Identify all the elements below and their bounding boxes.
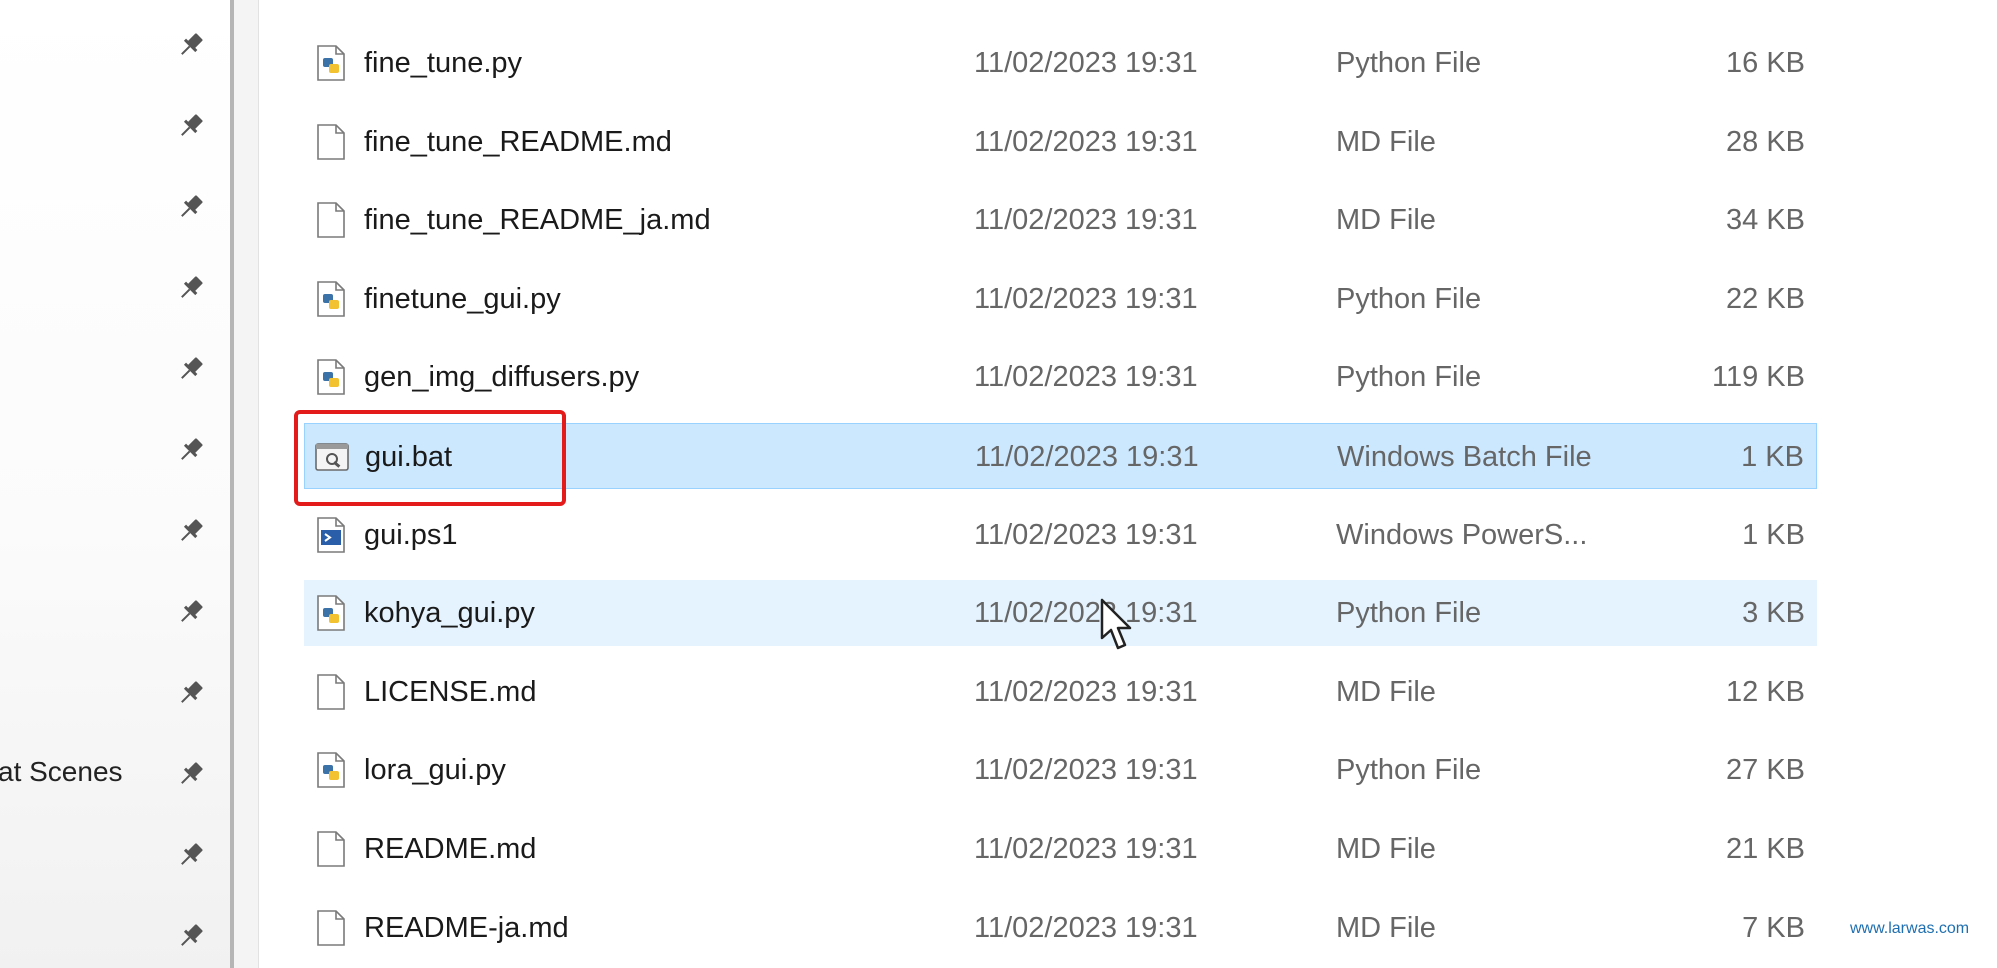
file-size: 27 KB bbox=[1726, 754, 1805, 787]
file-row[interactable]: README-ja.md 11/02/2023 19:31 MD File 7 KB bbox=[304, 895, 1817, 961]
nav-item[interactable] bbox=[0, 179, 230, 229]
file-date-modified: 11/02/2023 19:31 bbox=[975, 441, 1199, 473]
pin-icon[interactable] bbox=[176, 192, 206, 222]
file-type: MD File bbox=[1336, 833, 1436, 865]
file-name: README-ja.md bbox=[364, 911, 569, 944]
file-name: fine_tune_README.md bbox=[364, 125, 672, 158]
pin-icon[interactable] bbox=[176, 678, 206, 708]
md-file-icon bbox=[317, 202, 345, 238]
file-size: 22 KB bbox=[1726, 282, 1805, 315]
nav-item-label: at Scenes bbox=[0, 756, 123, 787]
file-date-modified: 11/02/2023 19:31 bbox=[974, 754, 1198, 787]
nav-item[interactable] bbox=[0, 503, 230, 553]
file-type: MD File bbox=[1336, 125, 1436, 158]
python-file-icon bbox=[317, 359, 345, 396]
file-type: Windows Batch File bbox=[1337, 441, 1592, 473]
pin-icon[interactable] bbox=[176, 516, 206, 546]
file-name: fine_tune_README_ja.md bbox=[364, 204, 711, 237]
file-size: 28 KB bbox=[1726, 125, 1805, 158]
file-row[interactable]: LICENSE.md 11/02/2023 19:31 MD File 12 KB bbox=[304, 659, 1817, 725]
file-date-modified: 11/02/2023 19:31 bbox=[974, 125, 1198, 158]
nav-item[interactable]: at Scenes bbox=[0, 746, 230, 796]
md-file-icon bbox=[317, 673, 345, 710]
file-type: Python File bbox=[1336, 47, 1482, 79]
file-type: Windows PowerS... bbox=[1336, 518, 1588, 551]
file-date-modified: 11/02/2023 19:31 bbox=[974, 361, 1198, 394]
pin-icon[interactable] bbox=[176, 354, 206, 384]
file-name: lora_gui.py bbox=[364, 754, 506, 787]
pin-icon[interactable] bbox=[176, 111, 206, 141]
file-date-modified: 11/02/2023 19:31 bbox=[974, 911, 1198, 944]
file-name: fine_tune.py bbox=[364, 47, 523, 79]
file-row[interactable]: fine_tune_README.md 11/02/2023 19:31 MD Fi… bbox=[304, 109, 1817, 175]
nav-item[interactable] bbox=[0, 665, 230, 715]
nav-item[interactable] bbox=[0, 260, 230, 310]
file-size: 7 KB bbox=[1742, 911, 1805, 944]
md-file-icon bbox=[317, 831, 345, 867]
pin-icon[interactable] bbox=[176, 30, 206, 60]
file-row[interactable]: lora_gui.py 11/02/2023 19:31 Python File 27… bbox=[304, 737, 1817, 803]
file-type: MD File bbox=[1336, 204, 1436, 237]
file-date-modified: 11/02/2023 19:31 bbox=[974, 204, 1198, 237]
file-name: README.md bbox=[364, 833, 537, 865]
file-size: 3 KB bbox=[1742, 597, 1805, 630]
annotation-highlight-box bbox=[294, 410, 566, 506]
file-row[interactable]: gen_img_diffusers.py 11/02/2023 19:31 Pyth… bbox=[304, 344, 1817, 410]
file-row[interactable]: fine_tune.py 11/02/2023 19:31 Python File 1… bbox=[304, 30, 1817, 96]
file-type: MD File bbox=[1336, 675, 1436, 708]
md-file-icon bbox=[317, 909, 345, 946]
pin-icon[interactable] bbox=[176, 435, 206, 465]
file-row[interactable]: kohya_gui.py 11/02/2023 19:31 Python File 3… bbox=[304, 580, 1817, 647]
nav-item[interactable] bbox=[0, 584, 230, 634]
nav-item[interactable] bbox=[0, 827, 230, 877]
pin-icon[interactable] bbox=[176, 759, 206, 789]
pin-icon[interactable] bbox=[176, 840, 206, 870]
pin-icon[interactable] bbox=[176, 597, 206, 627]
navigation-pane: at Scenes bbox=[0, 0, 230, 968]
file-date-modified: 11/02/2023 19:31 bbox=[974, 675, 1198, 708]
file-date-modified: 11/02/2023 19:31 bbox=[974, 597, 1198, 630]
file-date-modified: 11/02/2023 19:31 bbox=[974, 47, 1198, 79]
nav-item[interactable] bbox=[0, 341, 230, 391]
file-name: gen_img_diffusers.py bbox=[364, 361, 640, 394]
file-name: LICENSE.md bbox=[364, 675, 537, 708]
pin-icon[interactable] bbox=[176, 273, 206, 303]
file-size: 16 KB bbox=[1726, 47, 1805, 79]
python-file-icon bbox=[317, 280, 345, 317]
file-type: Python File bbox=[1336, 597, 1482, 630]
file-date-modified: 11/02/2023 19:31 bbox=[974, 518, 1198, 551]
nav-item[interactable] bbox=[0, 98, 230, 148]
file-type: Python File bbox=[1336, 754, 1482, 787]
file-size: 34 KB bbox=[1726, 204, 1805, 237]
nav-item[interactable] bbox=[0, 908, 230, 958]
file-size: 1 KB bbox=[1742, 518, 1805, 551]
pane-splitter[interactable] bbox=[230, 0, 259, 968]
nav-item[interactable] bbox=[0, 422, 230, 472]
file-row[interactable]: fine_tune_README_ja.md 11/02/2023 19:31 MD… bbox=[304, 187, 1817, 253]
powershell-file-icon bbox=[317, 516, 345, 553]
file-date-modified: 11/02/2023 19:31 bbox=[974, 282, 1198, 315]
file-row[interactable]: finetune_gui.py 11/02/2023 19:31 Python Fi… bbox=[304, 266, 1817, 332]
file-type: MD File bbox=[1336, 911, 1436, 944]
file-date-modified: 11/02/2023 19:31 bbox=[974, 833, 1198, 865]
file-size: 119 KB bbox=[1712, 361, 1805, 394]
python-file-icon bbox=[317, 45, 345, 81]
python-file-icon bbox=[317, 595, 345, 631]
file-type: Python File bbox=[1336, 282, 1482, 315]
file-name: finetune_gui.py bbox=[364, 282, 561, 315]
file-type: Python File bbox=[1336, 361, 1482, 394]
mouse-cursor-icon bbox=[1100, 598, 1132, 650]
file-row[interactable]: README.md 11/02/2023 19:31 MD File 21 KB bbox=[304, 816, 1817, 882]
file-name: kohya_gui.py bbox=[364, 597, 535, 630]
nav-item[interactable] bbox=[0, 17, 230, 67]
md-file-icon bbox=[317, 123, 345, 160]
file-size: 12 KB bbox=[1726, 675, 1805, 708]
file-name: gui.ps1 bbox=[364, 518, 458, 551]
python-file-icon bbox=[317, 752, 345, 789]
file-size: 21 KB bbox=[1726, 833, 1805, 865]
pin-icon[interactable] bbox=[176, 921, 206, 951]
file-size: 1 KB bbox=[1741, 441, 1804, 473]
watermark: www.larwas.com bbox=[1850, 920, 1970, 937]
file-row[interactable]: gui.ps1 11/02/2023 19:31 Windows PowerS...… bbox=[304, 502, 1817, 568]
